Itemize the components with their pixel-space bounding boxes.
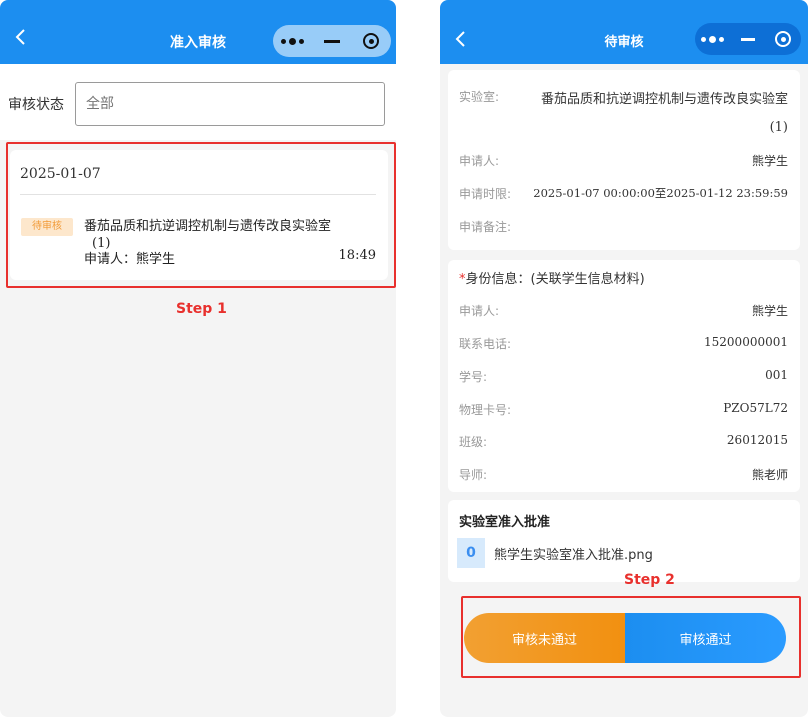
filter-bar: 审核状态 <box>0 64 396 140</box>
minimize-icon[interactable] <box>320 29 344 53</box>
navbar: 待审核 <box>440 0 808 64</box>
step2-highlight-box <box>461 596 801 678</box>
more-dots-icon[interactable] <box>701 27 725 51</box>
period-label: 申请时限: <box>459 187 512 201</box>
mini-program-capsule <box>695 23 801 55</box>
mentor-label: 导师: <box>459 468 488 482</box>
minimize-icon[interactable] <box>736 27 760 51</box>
step1-highlight-box <box>6 142 396 288</box>
lab-value: 番茄品质和抗逆调控机制与遗传改良实验室 <box>540 92 788 107</box>
audit-list-screen: 准入审核 审核状态 2025-01-07 待审核 番茄品质和抗逆调控机制与遗传改… <box>0 0 396 717</box>
approval-title: 实验室准入批准 <box>459 515 551 530</box>
mentor-value: 熊老师 <box>751 468 788 482</box>
phone-value: 15200000001 <box>704 335 788 349</box>
filter-label: 审核状态 <box>8 97 64 113</box>
id-applicant-value: 熊学生 <box>751 304 788 318</box>
period-value: 2025-01-07 00:00:00至2025-01-12 23:59:59 <box>533 186 788 200</box>
student-id-label: 学号: <box>459 370 488 384</box>
step1-label: Step 1 <box>176 301 227 317</box>
application-info-panel: 实验室: 番茄品质和抗逆调控机制与遗传改良实验室 (1) 申请人: 熊学生 申请… <box>448 70 800 250</box>
phone-label: 联系电话: <box>459 337 512 351</box>
navbar: 准入审核 <box>0 0 396 64</box>
id-applicant-label: 申请人: <box>459 304 500 318</box>
close-target-icon[interactable] <box>359 29 383 53</box>
remark-label: 申请备注: <box>459 220 512 234</box>
card-number-value: PZO57L72 <box>723 401 788 415</box>
file-link[interactable]: 熊学生实验室准入批准.png <box>494 544 653 563</box>
mini-program-capsule <box>273 25 391 57</box>
approval-file-panel: 实验室准入批准 0 熊学生实验室准入批准.png <box>448 500 800 582</box>
identity-title: *身份信息：(关联学生信息材料) <box>459 272 645 287</box>
lab-label: 实验室: <box>459 90 500 104</box>
step2-label: Step 2 <box>624 572 675 588</box>
file-icon: 0 <box>457 538 485 568</box>
applicant-value: 熊学生 <box>751 154 788 168</box>
applicant-label: 申请人: <box>459 154 500 168</box>
lab-value-suffix: (1) <box>769 120 788 135</box>
class-value: 26012015 <box>726 433 788 447</box>
card-number-label: 物理卡号: <box>459 403 512 417</box>
audit-status-select[interactable] <box>75 82 385 126</box>
student-id-value: 001 <box>765 368 788 382</box>
class-label: 班级: <box>459 435 488 449</box>
identity-panel: *身份信息：(关联学生信息材料) 申请人: 熊学生 联系电话: 15200000… <box>448 260 800 492</box>
more-dots-icon[interactable] <box>281 29 305 53</box>
close-target-icon[interactable] <box>771 27 795 51</box>
